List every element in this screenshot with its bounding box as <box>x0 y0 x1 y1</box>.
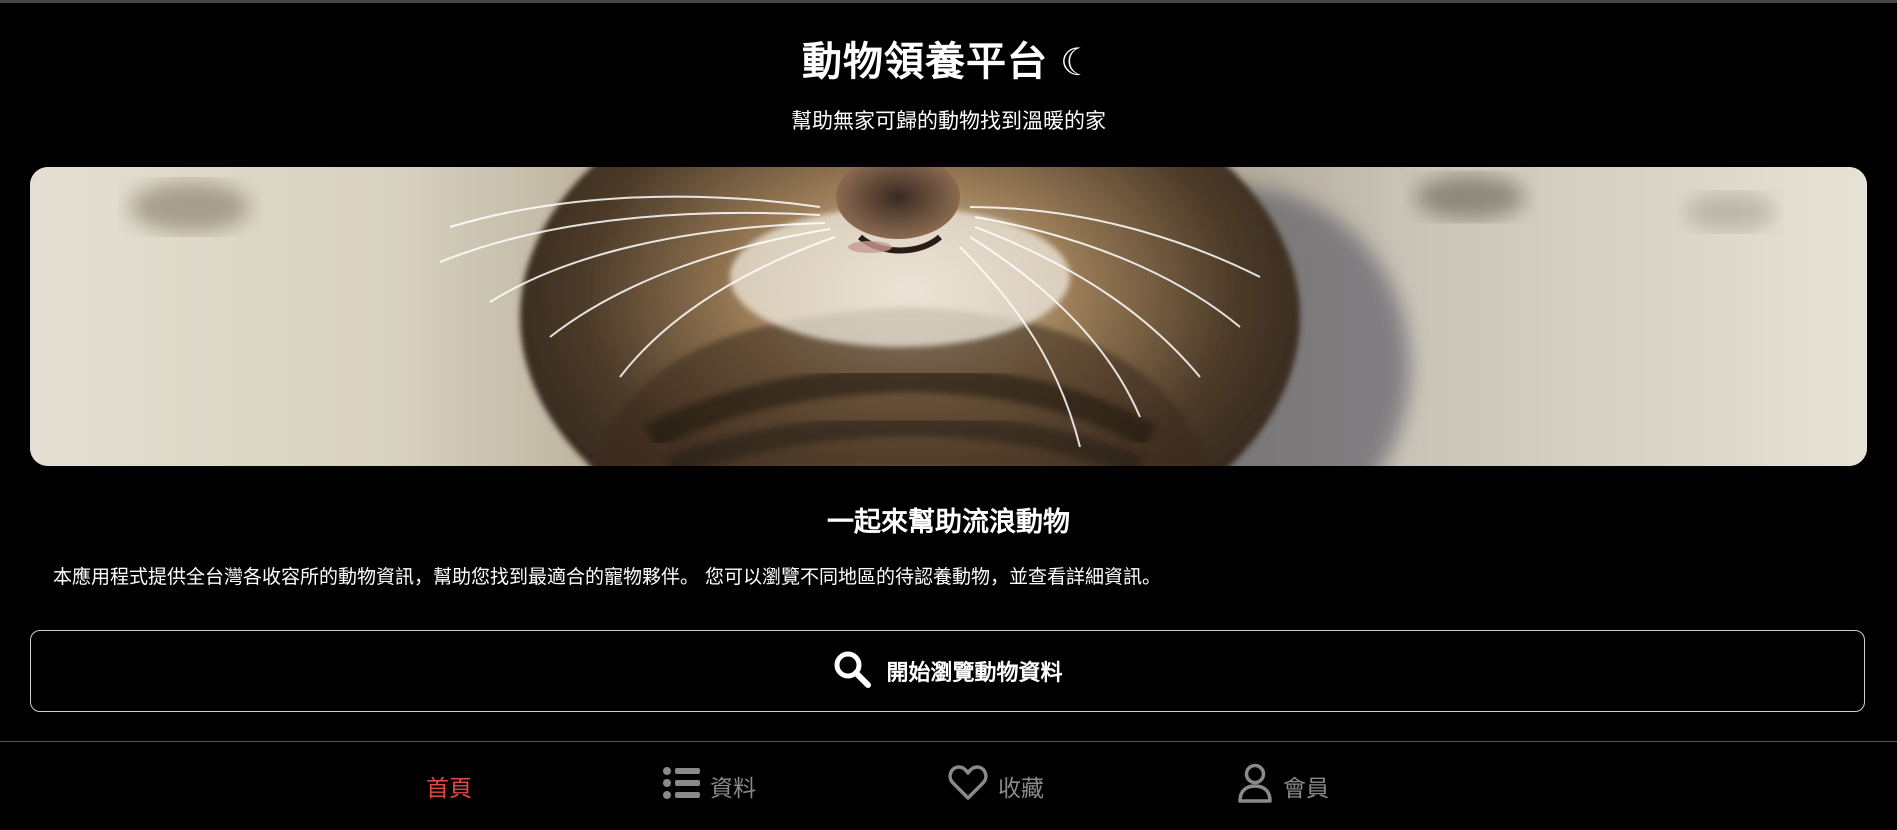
nav-item-data[interactable]: 資料 <box>662 762 756 810</box>
start-browsing-label: 開始瀏覽動物資料 <box>886 661 1063 686</box>
user-icon <box>1237 763 1273 809</box>
page-subtitle: 幫助無家可歸的動物找到溫暖的家 <box>791 109 1106 133</box>
search-icon <box>832 649 872 693</box>
heart-icon <box>948 765 988 807</box>
list-icon <box>662 766 700 806</box>
app-root: 動物領養平台 ☾ 幫助無家可歸的動物找到溫暖的家 一起來幫助流浪動物 本應用程式… <box>0 0 1897 830</box>
nav-item-favorites-label: 收藏 <box>998 776 1044 802</box>
start-browsing-button[interactable]: 開始瀏覽動物資料 <box>30 630 1865 712</box>
section-title: 一起來幫助流浪動物 <box>827 507 1070 538</box>
nav-item-home[interactable]: 首頁 <box>426 762 472 810</box>
nav-item-member[interactable]: 會員 <box>1237 762 1329 810</box>
app-description: 本應用程式提供全台灣各收容所的動物資訊，幫助您找到最適合的寵物夥伴。 您可以瀏覽… <box>53 566 1162 588</box>
theme-toggle-moon-icon[interactable]: ☾ <box>1060 40 1095 84</box>
window-top-border <box>0 0 1897 3</box>
page-header: 動物領養平台 ☾ <box>0 32 1897 92</box>
bottom-nav: 首頁 資料 收藏 會員 <box>0 742 1897 830</box>
nav-item-data-label: 資料 <box>710 776 756 802</box>
nav-item-member-label: 會員 <box>1283 776 1329 802</box>
hero-banner-image <box>30 167 1867 466</box>
page-title: 動物領養平台 <box>801 39 1048 85</box>
nav-item-favorites[interactable]: 收藏 <box>948 762 1044 810</box>
nav-item-home-label: 首頁 <box>426 776 472 802</box>
